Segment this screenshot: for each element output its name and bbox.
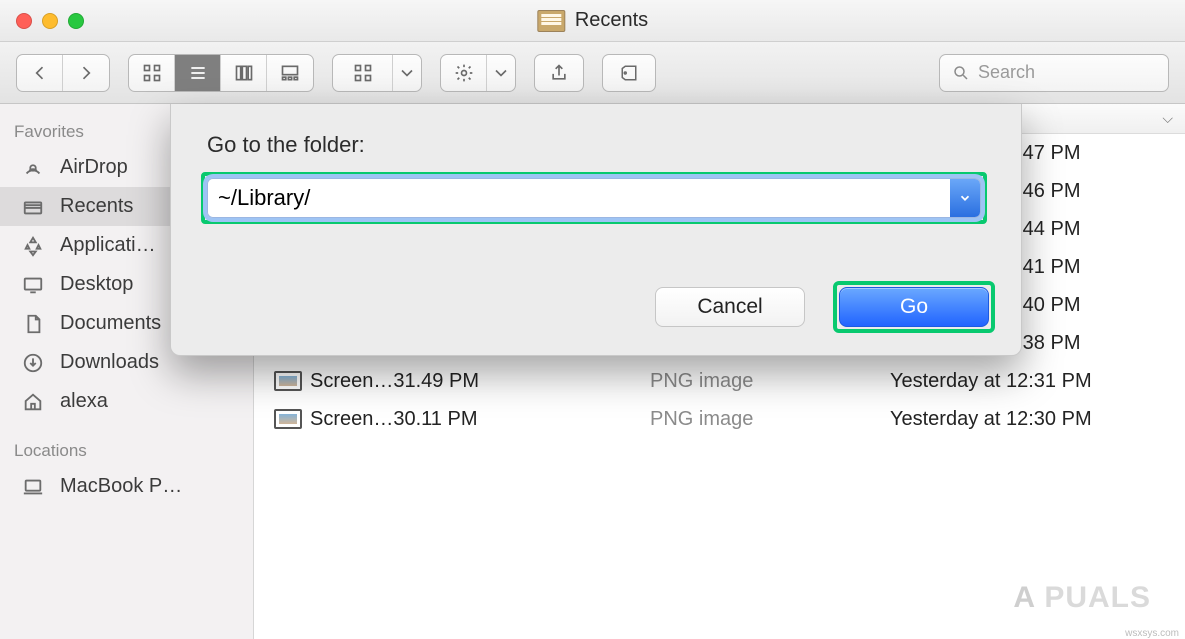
sidebar-item-label: AirDrop: [60, 156, 128, 179]
window-title: Recents: [537, 9, 648, 32]
desktop-icon: [20, 274, 46, 296]
sidebar-item-label: Downloads: [60, 351, 159, 374]
search-icon: [952, 64, 970, 82]
watermark-logo: A A PUALSPUALS: [1013, 581, 1151, 615]
button-label: Go: [900, 295, 928, 319]
cancel-button[interactable]: Cancel: [655, 287, 805, 327]
table-row[interactable]: Screen…30.11 PMPNG imageYesterday at 12:…: [254, 400, 1185, 438]
file-kind: PNG image: [650, 370, 890, 393]
sidebar-item-home[interactable]: alexa: [0, 382, 253, 421]
file-date: Yesterday at 12:30 PM: [890, 408, 1185, 431]
recents-folder-icon: [537, 10, 565, 32]
tags-button[interactable]: [602, 54, 656, 92]
file-name: Screen…30.11 PM: [310, 408, 650, 431]
view-switcher: [128, 54, 314, 92]
zoom-window-button[interactable]: [68, 13, 84, 29]
documents-icon: [20, 313, 46, 335]
sheet-label: Go to the folder:: [207, 132, 991, 158]
search-field[interactable]: Search: [939, 54, 1169, 92]
arrange-icon: [333, 55, 393, 91]
go-button[interactable]: Go: [839, 287, 989, 327]
chevron-down-icon: [487, 55, 515, 91]
window-title-text: Recents: [575, 9, 648, 32]
sidebar-item-label: MacBook P…: [60, 475, 182, 498]
go-highlight: Go: [833, 281, 995, 333]
back-button[interactable]: [17, 55, 63, 91]
path-highlight: [201, 172, 987, 224]
sidebar-item-label: Recents: [60, 195, 133, 218]
titlebar: Recents: [0, 0, 1185, 42]
go-to-folder-sheet: Go to the folder: Cancel Go: [170, 104, 1022, 356]
applications-icon: [20, 235, 46, 257]
downloads-icon: [20, 352, 46, 374]
path-dropdown-button[interactable]: [950, 179, 980, 217]
toolbar: Search: [0, 42, 1185, 104]
table-row[interactable]: Screen…31.49 PMPNG imageYesterday at 12:…: [254, 362, 1185, 400]
list-view-button[interactable]: [175, 55, 221, 91]
forward-button[interactable]: [63, 55, 109, 91]
file-thumbnail-icon: [274, 409, 302, 429]
sidebar-item-label: alexa: [60, 390, 108, 413]
chevron-down-icon: [393, 55, 421, 91]
sidebar-item-label: Applicati…: [60, 234, 156, 257]
action-menu[interactable]: [440, 54, 516, 92]
sort-indicator-icon: ⌵: [1162, 110, 1173, 127]
button-label: Cancel: [697, 295, 762, 319]
sidebar-section-locations: Locations: [0, 435, 253, 467]
column-view-button[interactable]: [221, 55, 267, 91]
watermark-text: wsxsys.com: [1125, 628, 1179, 639]
file-date: Yesterday at 12:31 PM: [890, 370, 1185, 393]
gear-icon: [441, 55, 487, 91]
path-combobox[interactable]: [207, 178, 981, 218]
window-controls: [0, 13, 84, 29]
path-input[interactable]: [208, 179, 950, 217]
home-icon: [20, 391, 46, 413]
file-kind: PNG image: [650, 408, 890, 431]
laptop-icon: [20, 476, 46, 498]
airdrop-icon: [20, 157, 46, 179]
sidebar-item-macbook[interactable]: MacBook P…: [0, 467, 253, 506]
close-window-button[interactable]: [16, 13, 32, 29]
file-thumbnail-icon: [274, 371, 302, 391]
sidebar-item-label: Documents: [60, 312, 161, 335]
arrange-menu[interactable]: [332, 54, 422, 92]
icon-view-button[interactable]: [129, 55, 175, 91]
gallery-view-button[interactable]: [267, 55, 313, 91]
search-placeholder: Search: [978, 62, 1035, 83]
minimize-window-button[interactable]: [42, 13, 58, 29]
chevron-down-icon: [958, 191, 972, 205]
file-name: Screen…31.49 PM: [310, 370, 650, 393]
recents-icon: [20, 196, 46, 218]
share-button[interactable]: [534, 54, 584, 92]
nav-buttons: [16, 54, 110, 92]
sidebar-item-label: Desktop: [60, 273, 133, 296]
